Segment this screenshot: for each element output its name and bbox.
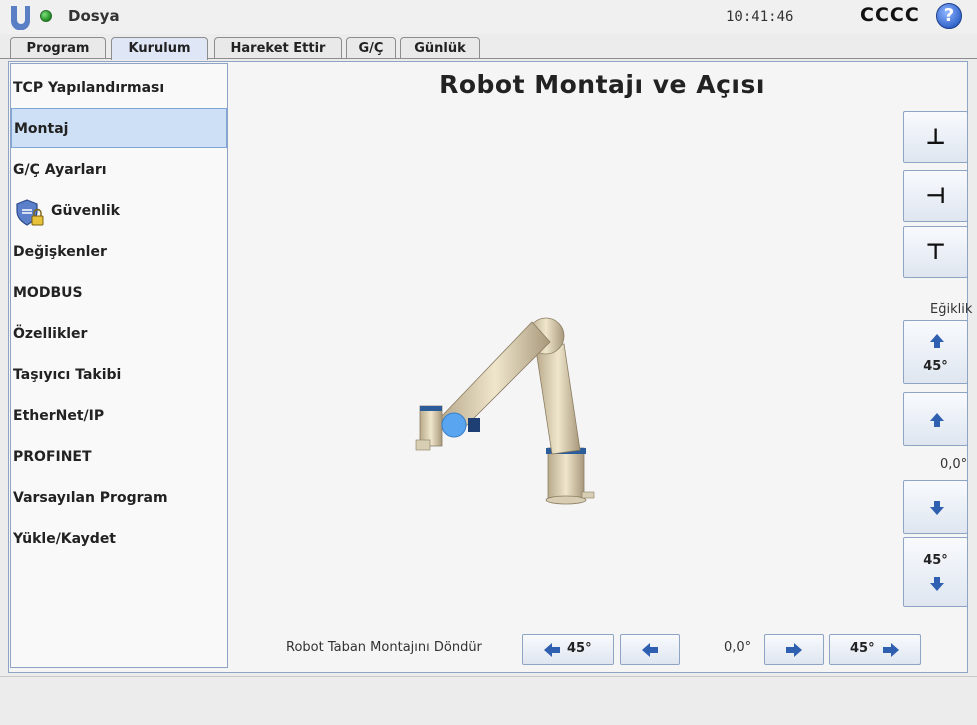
arrow-down-icon [930,577,944,591]
sidebar-item-ethernet-ip[interactable]: EtherNet/IP [11,396,227,436]
floor-mount-button[interactable]: ⊥ [903,111,968,163]
clock: 10:41:46 [726,9,794,25]
arrow-right-icon [883,643,899,657]
tilt-up-45-button[interactable]: 45° [903,320,968,384]
rotate-left-45-text: 45° [567,641,592,656]
tilt-down-45-button[interactable]: 45° [903,537,968,607]
sidebar-item-label: EtherNet/IP [13,408,105,424]
ceiling-mount-button[interactable]: ⊤ [903,226,968,278]
ceiling-mount-icon: ⊤ [925,240,946,265]
sidebar-item-label: TCP Yapılandırması [13,80,165,96]
sidebar-item-degiskenler[interactable]: Değişkenler [11,232,227,272]
rotation-label: Robot Taban Montajını Döndür [286,640,482,655]
tab-kurulum[interactable]: Kurulum [111,37,208,60]
sidebar-item-tcp[interactable]: TCP Yapılandırması [11,68,227,108]
tilt-down-button[interactable] [903,480,968,534]
arrow-left-icon [642,643,658,657]
help-icon[interactable]: ? [936,3,962,29]
tilt-down-45-text: 45° [923,553,948,568]
rotate-left-button[interactable] [620,634,680,665]
tab-program[interactable]: Program [10,37,106,58]
rotation-value: 0,0° [724,640,752,655]
sidebar-item-label: Montaj [14,121,69,137]
tilt-label: Eğiklik [930,302,973,317]
sidebar-item-label: Değişkenler [13,244,107,260]
sidebar-item-label: Yükle/Kaydet [13,531,117,547]
sidebar-item-ozellikler[interactable]: Özellikler [11,314,227,354]
top-bar: Dosya 10:41:46 CCCC ? [0,0,977,34]
robot-arm-illustration [415,317,595,505]
sidebar-item-label: G/Ç Ayarları [13,162,107,178]
sidebar-item-label: PROFINET [13,449,92,465]
arrow-up-icon [930,334,944,348]
tab-hareket-ettir[interactable]: Hareket Ettir [214,37,342,58]
rotate-left-45-button[interactable]: 45° [522,634,614,665]
arrow-left-icon [544,643,560,657]
wall-mount-icon: ⊣ [925,184,946,209]
sidebar-item-montaj[interactable]: Montaj [11,108,227,148]
arrow-down-icon [930,501,944,515]
sidebar-item-guvenlik[interactable]: Güvenlik [11,191,227,231]
ur-logo-icon [11,6,30,30]
tilt-value: 0,0° [940,457,968,472]
sidebar: TCP Yapılandırması Montaj G/Ç Ayarları G… [10,63,228,668]
shield-lock-icon [16,199,44,226]
sidebar-item-label: Taşıyıcı Takibi [13,367,122,383]
sidebar-item-label: Güvenlik [51,203,120,219]
status-indicator-icon [40,10,52,22]
sidebar-item-label: MODBUS [13,285,83,301]
sidebar-item-modbus[interactable]: MODBUS [11,273,227,313]
tilt-up-button[interactable] [903,392,968,446]
sidebar-item-tasiyici[interactable]: Taşıyıcı Takibi [11,355,227,395]
arrow-right-icon [786,643,802,657]
tilt-up-45-text: 45° [923,359,948,374]
sidebar-item-yukle-kaydet[interactable]: Yükle/Kaydet [11,519,227,559]
sidebar-item-label: Varsayılan Program [13,490,168,506]
floor-mount-icon: ⊥ [925,125,946,150]
sidebar-item-io-settings[interactable]: G/Ç Ayarları [11,150,227,190]
footer-bar [0,676,977,725]
sidebar-item-label: Özellikler [13,326,88,342]
page-title: Robot Montajı ve Açısı [439,70,765,99]
rotate-right-45-button[interactable]: 45° [829,634,921,665]
sidebar-item-varsayilan-program[interactable]: Varsayılan Program [11,478,227,518]
arrow-up-icon [930,413,944,427]
tab-gunluk[interactable]: Günlük [400,37,480,58]
file-menu[interactable]: Dosya [68,7,120,25]
rotate-right-45-text: 45° [850,641,875,656]
robot-name: CCCC [860,4,920,26]
tab-io[interactable]: G/Ç [346,37,396,58]
sidebar-item-profinet[interactable]: PROFINET [11,437,227,477]
rotate-right-button[interactable] [764,634,824,665]
wall-mount-button[interactable]: ⊣ [903,170,968,222]
